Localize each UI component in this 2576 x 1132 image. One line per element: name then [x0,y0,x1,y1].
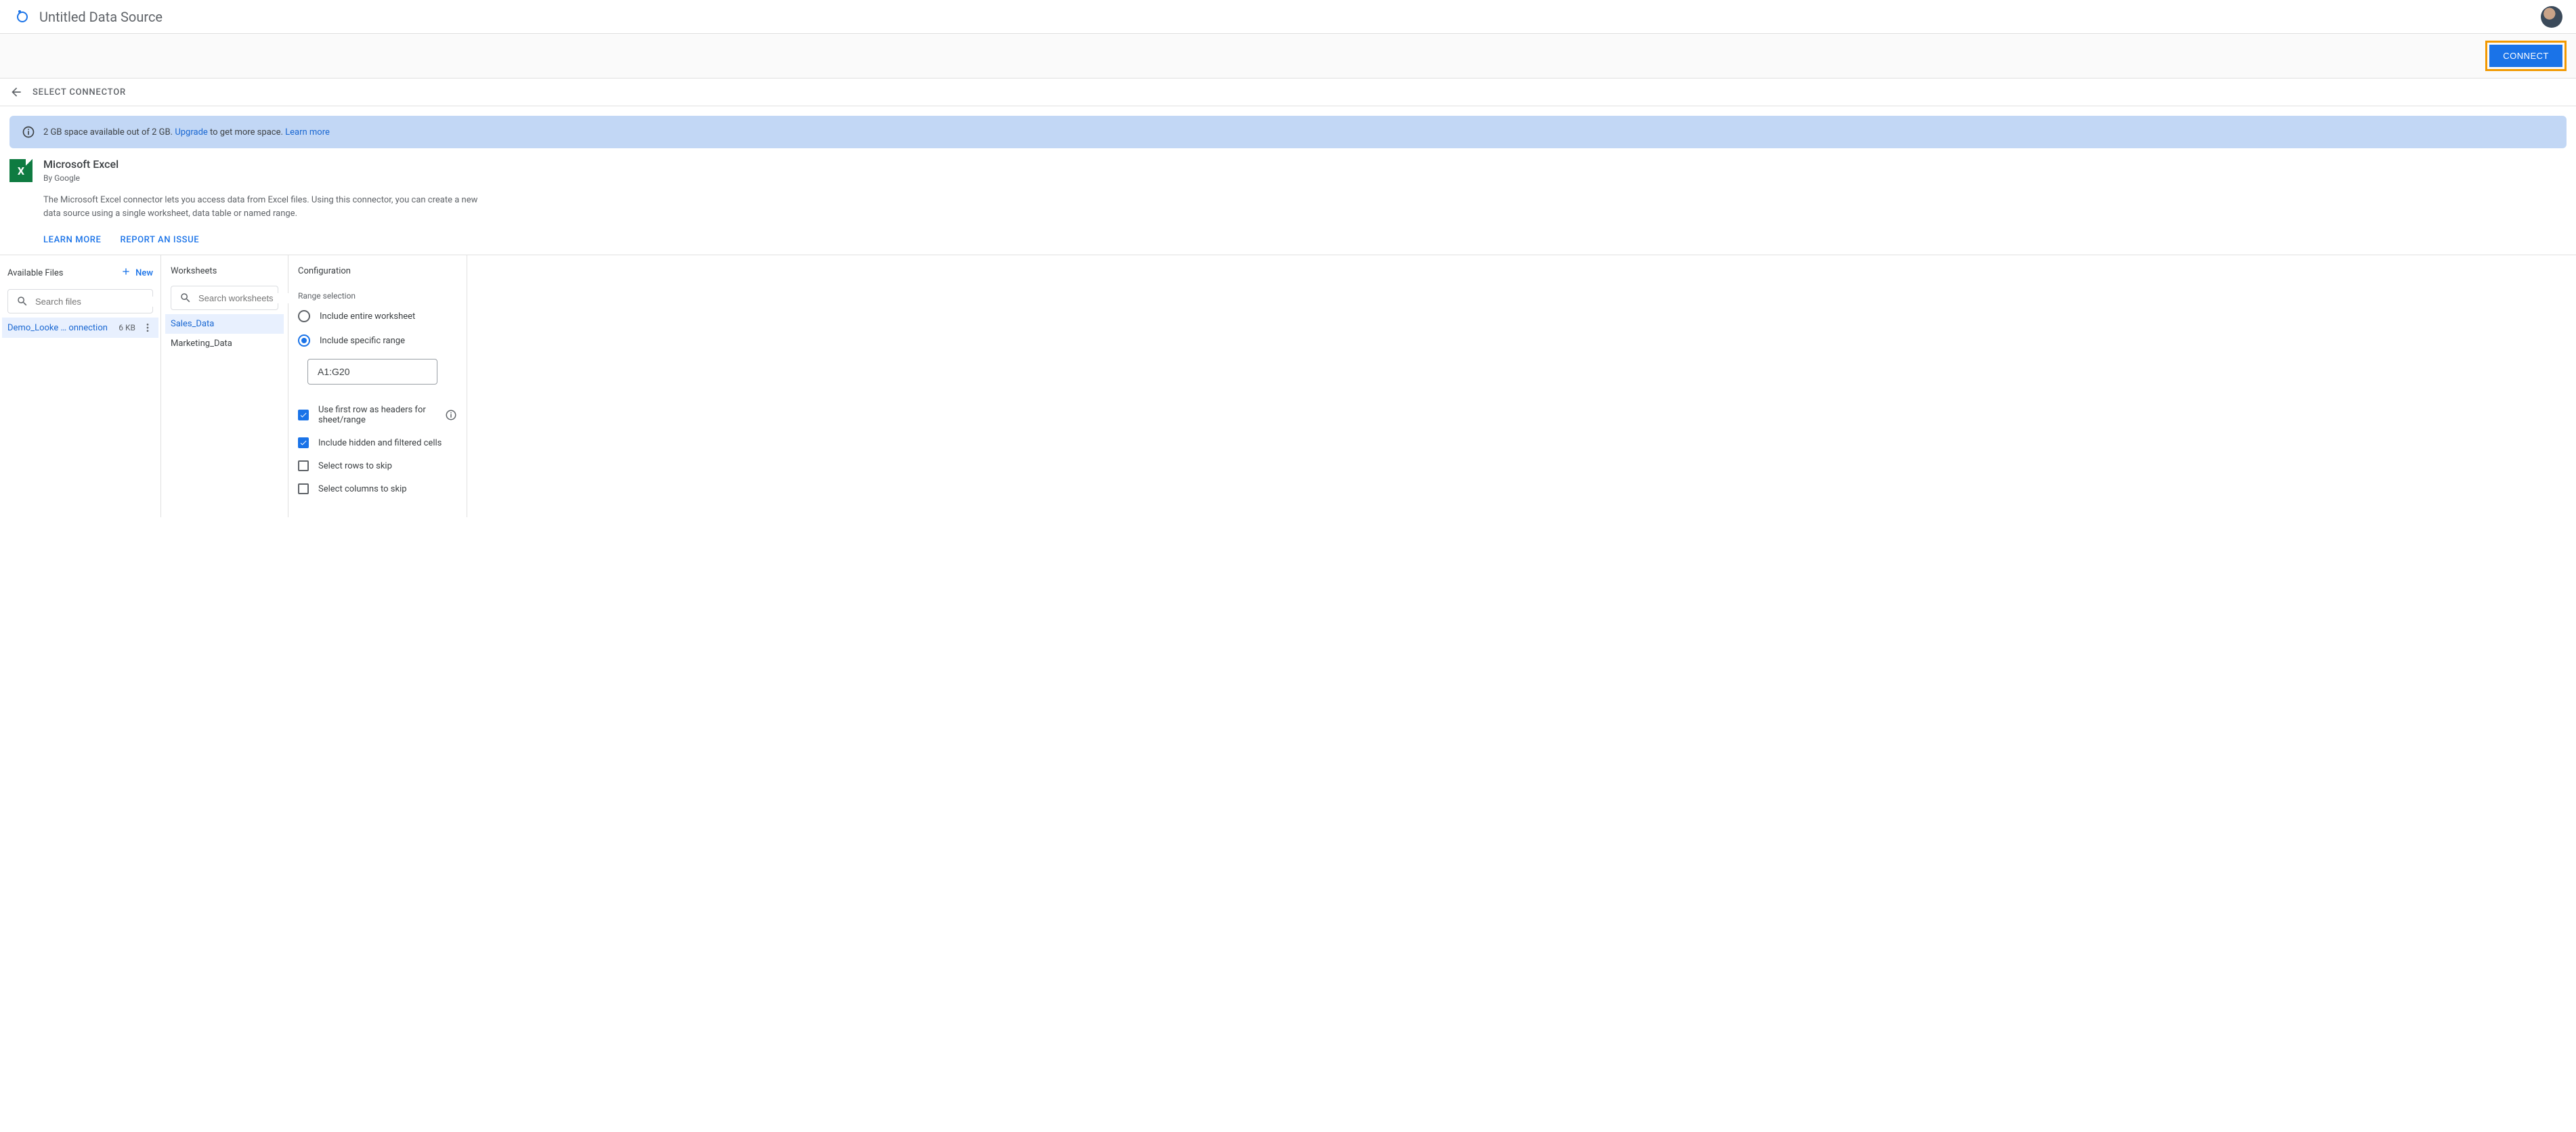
connect-highlight: CONNECT [2485,41,2567,71]
connector-author: By Google [43,173,484,183]
search-icon [16,295,28,307]
checkbox-icon [298,483,309,494]
new-file-button[interactable]: New [121,266,153,280]
file-size: 6 KB [119,323,135,332]
breadcrumb-label[interactable]: SELECT CONNECTOR [33,87,126,97]
connector-block: X Microsoft Excel By Google The Microsof… [9,158,2567,245]
files-heading: Available Files [7,268,64,278]
banner-text: 2 GB space available out of 2 GB. [43,127,173,137]
worksheets-heading: Worksheets [171,266,217,276]
configuration-panel: Configuration Range selection Include en… [288,255,467,517]
worksheet-item[interactable]: Sales_Data [165,314,284,334]
checkbox-icon [298,437,309,448]
radio-include-entire-worksheet[interactable]: Include entire worksheet [298,310,457,322]
config-heading: Configuration [298,266,457,276]
upgrade-link[interactable]: Upgrade [175,127,207,137]
connector-name: Microsoft Excel [43,158,484,171]
checkbox-icon [298,410,309,420]
radio-include-specific-range[interactable]: Include specific range [298,334,457,347]
help-icon[interactable] [445,409,457,421]
back-arrow-icon[interactable] [9,85,23,99]
checkbox-icon [298,460,309,471]
file-item[interactable]: Demo_Looke … onnection 6 KB [2,318,158,338]
file-menu-icon[interactable] [142,322,153,333]
info-icon [22,125,35,139]
worksheets-panel: Worksheets Sales_Data Marketing_Data [161,255,288,517]
connect-button[interactable]: CONNECT [2489,45,2562,67]
available-files-panel: Available Files New Demo_Looke … onnecti… [0,255,161,517]
radio-icon [298,334,310,347]
breadcrumb: SELECT CONNECTOR [0,79,2576,106]
range-input[interactable] [307,359,437,385]
looker-studio-logo-icon [14,7,30,26]
connector-description: The Microsoft Excel connector lets you a… [43,194,484,220]
radio-icon [298,310,310,322]
excel-icon: X [9,159,33,182]
checkbox-include-hidden[interactable]: Include hidden and filtered cells [298,437,457,448]
learn-more-link[interactable]: Learn more [285,127,330,137]
search-icon [179,292,192,304]
connector-learn-more-link[interactable]: LEARN MORE [43,235,101,245]
action-bar: CONNECT [0,34,2576,79]
worksheets-search-box[interactable] [171,286,278,310]
worksheet-item[interactable]: Marketing_Data [165,334,284,353]
connector-report-issue-link[interactable]: REPORT AN ISSUE [120,235,199,245]
checkbox-select-cols-skip[interactable]: Select columns to skip [298,483,457,494]
plus-icon [121,266,131,280]
app-header: Untitled Data Source [0,0,2576,34]
banner-text2: to get more space. [210,127,283,137]
checkbox-select-rows-skip[interactable]: Select rows to skip [298,460,457,471]
file-name: Demo_Looke … onnection [7,323,113,333]
storage-info-banner: 2 GB space available out of 2 GB. Upgrad… [9,116,2567,148]
checkbox-first-row-headers[interactable]: Use first row as headers for sheet/range [298,405,457,425]
page-title[interactable]: Untitled Data Source [39,9,163,25]
files-search-box[interactable] [7,289,153,313]
range-selection-label: Range selection [298,291,457,301]
files-search-input[interactable] [35,297,154,307]
user-avatar[interactable] [2541,6,2562,28]
